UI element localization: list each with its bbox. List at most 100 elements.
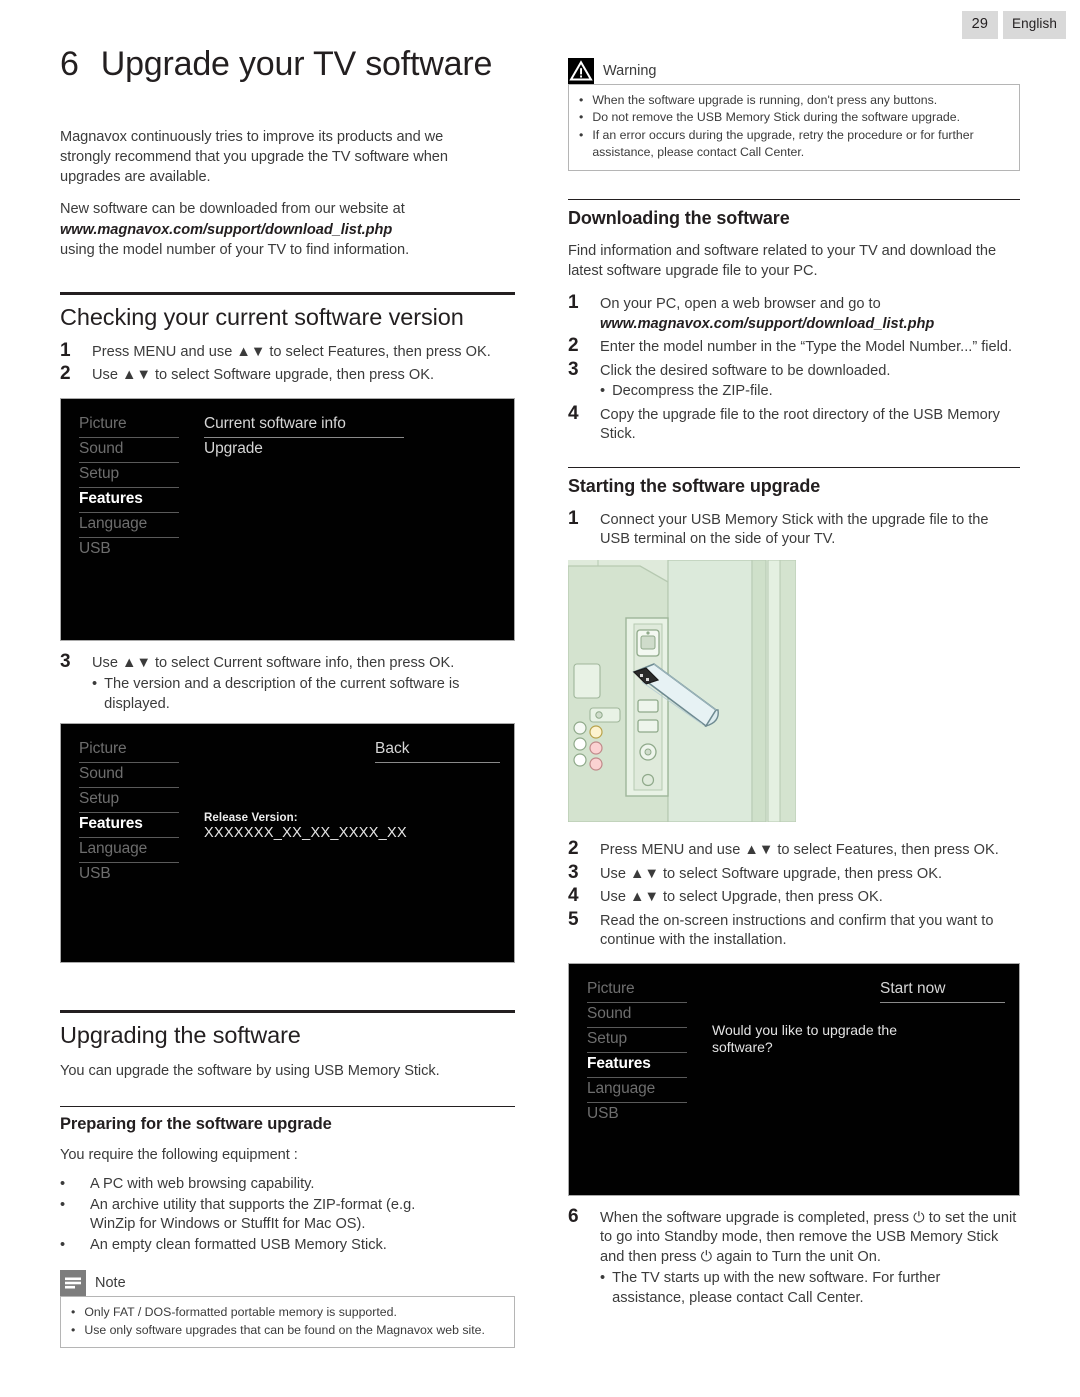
osd-option-current-software-info[interactable]: Current software info [204,413,404,438]
preparing-lead: You require the following equipment : [60,1146,298,1163]
list-item: • An empty clean formatted USB Memory Sti… [60,1236,460,1256]
checking-step-3-bullets: The version and a description of the cur… [92,675,482,714]
osd-screenshot-upgrade-confirm: Picture Sound Setup Features Language US… [568,962,1020,1196]
step-item: 6 When the software upgrade is completed… [568,1206,1020,1268]
note-callout: Note Only FAT / DOS-formatted portable m… [60,1270,515,1349]
step-text: Connect your USB Memory Stick with the u… [600,511,989,548]
list-item: • An archive utility that supports the ZI… [60,1196,460,1236]
warning-body: When the software upgrade is running, do… [568,84,1020,171]
osd-menu-item-usb[interactable]: USB [79,538,179,562]
step-text: On your PC, open a web browser and go to… [600,293,1020,334]
step-number: 1 [568,292,579,314]
divider-starting [568,466,1020,468]
osd-option-upgrade[interactable]: Upgrade [204,438,404,462]
warning-item: Do not remove the USB Memory Stick durin… [579,109,1009,126]
osd-menu-item-sound[interactable]: Sound [79,438,179,463]
step-text: Enter the model number in the “Type the … [600,339,1013,356]
osd-release-version: Release Version: XXXXXXX_XX_XX_XXXX_XX [204,812,407,841]
osd-menu-item-sound[interactable]: Sound [587,1003,687,1028]
warning-item-text: If an error occurs during the upgrade, r… [592,127,974,160]
osd-menu-item-language[interactable]: Language [79,838,179,864]
heading-upgrading: Upgrading the software [60,1022,301,1049]
step-number: 4 [568,402,579,424]
osd-menu-item-usb[interactable]: USB [79,863,179,887]
osd-menu-item-features[interactable]: Features [79,488,179,513]
step-3-sub: Decompress the ZIP-file. [568,381,1020,402]
osd-menu-item-picture[interactable]: Picture [79,413,179,438]
step-text: Press MENU and use ▲▼ to select Features… [600,841,999,858]
step-item: 1 Connect your USB Memory Stick with the… [568,508,1020,550]
divider-upgrading [60,1010,515,1014]
step-item: 4 Use ▲▼ to select Upgrade, then press O… [568,886,1020,908]
warning-item: If an error occurs during the upgrade, r… [579,127,1009,162]
starting-step-6: 6 When the software upgrade is completed… [568,1206,1020,1268]
left-column: 6 Upgrade your TV software Magnavox cont… [60,0,515,1349]
requirements-list: • A PC with web browsing capability. • An … [60,1175,460,1256]
osd-menu-item-sound[interactable]: Sound [79,763,179,789]
osd-menu-item-language[interactable]: Language [587,1078,687,1103]
checking-step-3: 3 Use ▲▼ to select Current software info… [60,650,515,674]
heading-checking: Checking your current software version [60,303,464,330]
checking-steps: 1 Press MENU and use ▲▼ to select Featur… [60,340,515,386]
step-text: Click the desired software to be downloa… [600,362,891,379]
requirement-text: An archive utility that supports the ZIP… [90,1196,416,1233]
sub-bullet: The version and a description of the cur… [92,675,482,714]
step-text: Use ▲▼ to select Current software info, … [92,654,455,671]
step-text-line: On your PC, open a web browser and go to [600,296,881,313]
intro-paragraph-1: Magnavox continuously tries to improve i… [60,129,448,186]
note-item-text: Only FAT / DOS-formatted portable memory… [84,1305,397,1320]
upgrading-body: You can upgrade the software by using US… [60,1063,440,1080]
divider-checking [60,291,515,295]
warning-callout: Warning When the software upgrade is run… [568,58,1020,171]
osd-menu-item-language[interactable]: Language [79,513,179,538]
step-number: 3 [568,861,579,883]
list-item: • A PC with web browsing capability. [60,1175,460,1195]
osd-menu-item-picture[interactable]: Picture [79,738,179,764]
osd-menu-item-usb[interactable]: USB [587,1103,687,1127]
step-item: 5 Read the on-screen instructions and co… [568,909,1020,951]
step-text: Copy the upgrade file to the root direct… [600,406,1000,443]
osd-options-list: Current software info Upgrade [204,413,404,462]
step-text: When the software upgrade is completed, … [600,1209,1017,1265]
step-item: 3 Use ▲▼ to select Software upgrade, the… [568,861,1020,885]
step-number: 2 [568,837,579,859]
osd-menu-item-setup[interactable]: Setup [79,463,179,488]
bullet-icon: • [60,1196,66,1213]
step-number: 2 [568,335,579,357]
osd-menu-list: Picture Sound Setup Features Language US… [587,978,687,1127]
downloading-steps: 1 On your PC, open a web browser and go … [568,293,1020,445]
osd-menu-item-features[interactable]: Features [587,1053,687,1078]
osd-menu-item-picture[interactable]: Picture [587,978,687,1003]
step-text: Read the on-screen instructions and conf… [600,912,994,949]
step-item: 1 On your PC, open a web browser and go … [568,293,1020,334]
osd-menu-list: Picture Sound Setup Features Language US… [79,413,179,562]
intro-tail: using the model number of your TV to fin… [60,241,410,258]
heading-starting: Starting the software upgrade [568,475,821,496]
osd-start-now-button[interactable]: Start now [880,978,1005,1003]
step-number: 3 [60,650,71,672]
step-item: 2 Enter the model number in the “Type th… [568,336,1020,358]
osd-screenshot-current-software-info: Picture Sound Setup Features Language US… [60,723,515,964]
chapter-heading: 6 Upgrade your TV software [60,45,515,84]
warning-item-text: Do not remove the USB Memory Stick durin… [592,110,961,125]
tv-usb-illustration [567,559,1020,827]
osd-back-button[interactable]: Back [375,738,500,764]
step-item: 1 Press MENU and use ▲▼ to select Featur… [60,340,515,363]
warning-header: Warning [568,58,1020,84]
sub-bullet: Decompress the ZIP-file. [600,382,1020,402]
step-text: Press MENU and use ▲▼ to select Features… [92,343,491,360]
release-version-label: Release Version: [204,812,298,825]
step-item: 3 Use ▲▼ to select Current software info… [60,650,515,674]
step-number: 2 [60,363,71,385]
osd-menu-item-setup[interactable]: Setup [79,788,179,814]
osd-screenshot-software-upgrade: Picture Sound Setup Features Language US… [60,397,515,641]
note-header: Note [60,1270,515,1297]
osd-menu-item-features[interactable]: Features [79,813,179,839]
step-number: 4 [568,885,579,907]
sub-bullet-text: Decompress the ZIP-file. [612,383,773,400]
osd-menu-item-setup[interactable]: Setup [587,1028,687,1053]
bullet-icon: • [60,1237,66,1254]
note-icon [60,1270,86,1297]
heading-preparing: Preparing for the software upgrade [60,1114,332,1133]
note-item: Use only software upgrades that can be f… [71,1322,504,1339]
